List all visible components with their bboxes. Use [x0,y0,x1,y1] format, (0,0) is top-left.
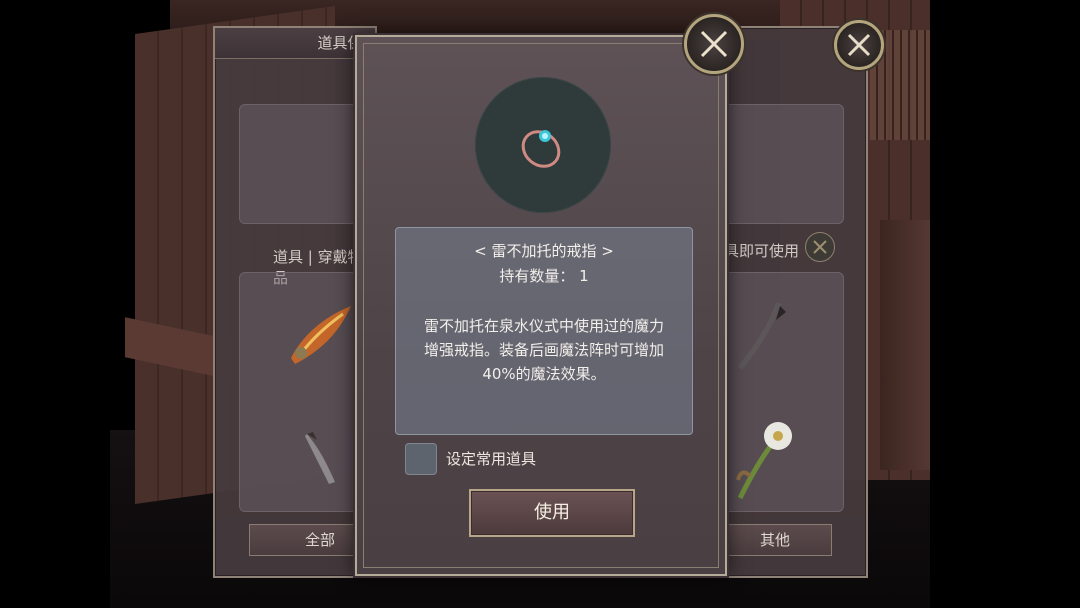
item-name: < 雷不加托的戒指 > [474,242,614,260]
favorite-checkbox-label: 设定常用道具 [446,450,537,468]
flower-staff-icon[interactable] [730,414,800,504]
close-x-icon [700,30,728,58]
item-icon-frame [475,77,611,213]
favorite-checkbox[interactable] [405,443,437,475]
ring-icon [521,130,561,168]
blade-item-icon[interactable] [732,298,792,378]
inventory-panel: 道具保管箱 道具 | 穿戴物品 全部 [213,26,393,578]
detail-panel: 具即可使用 其他 [702,26,868,578]
item-description: 雷不加托在泉水仪式中使用过的魔力增强戒指。装备后画魔法阵时可增加40%的魔法效果… [423,317,664,383]
dagger-item-icon[interactable] [281,298,361,378]
clear-filter-icon[interactable] [805,232,835,262]
knife-item-icon[interactable] [301,428,341,488]
item-count: 持有数量： 1 [499,267,589,285]
item-description-box: < 雷不加托的戒指 > 持有数量： 1 雷不加托在泉水仪式中使用过的魔力增强戒指… [395,227,693,435]
hint-text: 具即可使用 [724,242,800,260]
item-detail-dialog: < 雷不加托的戒指 > 持有数量： 1 雷不加托在泉水仪式中使用过的魔力增强戒指… [355,35,727,576]
close-inventory-button[interactable] [834,20,884,70]
close-x-icon [847,33,871,57]
inventory-title-bar: 道具保管箱 [215,28,393,59]
close-dialog-button[interactable] [684,14,744,74]
wooden-pillar [880,220,930,470]
use-button[interactable]: 使用 [469,489,635,537]
category-other-button[interactable]: 其他 [718,524,832,556]
